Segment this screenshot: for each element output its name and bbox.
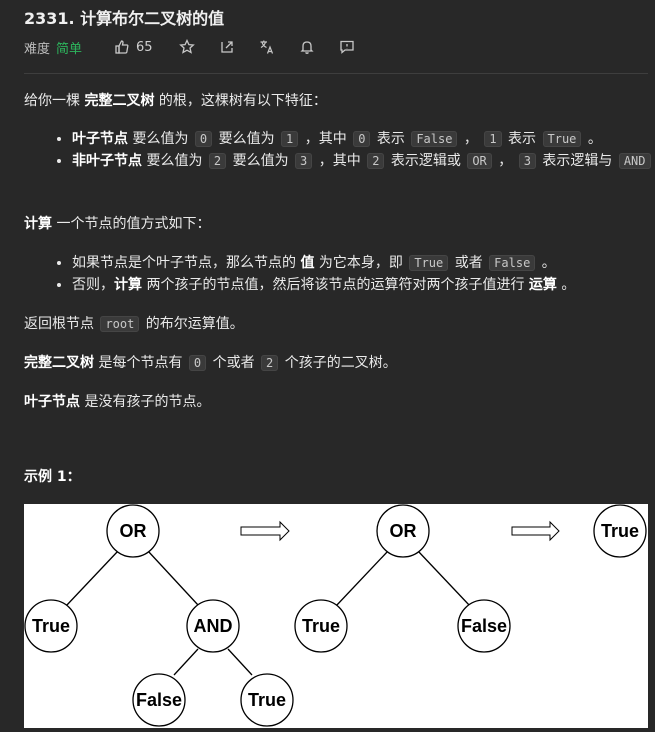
inline-code: OR — [467, 153, 492, 169]
list-item: 如果节点是个叶子节点，那么节点的 值 为它本身，即 True 或者 False … — [72, 252, 655, 274]
compute-bold: 计算 — [24, 216, 52, 232]
node-label: True — [601, 521, 639, 541]
feature-text: 表示逻辑或 — [386, 153, 466, 169]
example-tree-figure: OR True AND False True OR True False Tru… — [24, 504, 648, 728]
intro-text-end: 的根，这棵树有以下特征： — [154, 93, 327, 109]
translate-icon[interactable] — [259, 39, 275, 55]
feature-text: 表示逻辑与 — [537, 153, 617, 169]
inline-code: False — [411, 131, 458, 147]
node-label: OR — [390, 521, 417, 541]
tree-edge — [65, 550, 119, 607]
star-icon[interactable] — [178, 39, 195, 55]
return-paragraph: 返回根节点 root 的布尔运算值。 — [24, 313, 244, 335]
arrow-right-icon — [240, 520, 290, 542]
node-label: True — [302, 616, 340, 636]
problem-title: 2331. 计算布尔二叉树的值 — [24, 9, 225, 28]
definition-bold: 完整二叉树 — [24, 355, 94, 371]
definition-text: 是每个节点有 — [94, 355, 187, 371]
feature-bold: 非叶子节点 — [72, 153, 142, 169]
inline-code: 2 — [261, 355, 279, 371]
feature-text: 要么值为 — [228, 153, 294, 169]
definition-bold: 叶子节点 — [24, 394, 80, 410]
feature-list: 叶子节点 要么值为 0 要么值为 1 ，其中 0 表示 False ， 1 表示… — [24, 128, 655, 172]
example-title: 示例 1： — [24, 466, 81, 488]
inline-code: root — [100, 316, 140, 332]
feature-text: ，其中 — [300, 131, 352, 147]
inline-code: 3 — [295, 153, 313, 169]
tree-edge — [227, 648, 253, 676]
node-label: AND — [194, 616, 233, 636]
full-tree-definition: 完整二叉树 是每个节点有 0 个或者 2 个孩子的二叉树。 — [24, 352, 397, 374]
intro-text: 给你一棵 — [24, 93, 85, 109]
intro-paragraph: 给你一棵 完整二叉树 的根，这棵树有以下特征： — [24, 90, 327, 112]
tree-edge — [335, 550, 389, 607]
rule-bold: 运算 — [528, 277, 557, 293]
return-text-end: 的布尔运算值。 — [141, 316, 244, 332]
compute-intro: 计算 一个节点的值方式如下： — [24, 213, 210, 235]
header-divider — [24, 73, 648, 74]
list-item: 叶子节点 要么值为 0 要么值为 1 ，其中 0 表示 False ， 1 表示… — [72, 128, 655, 150]
rule-text: 如果节点是个叶子节点，那么节点的 — [72, 255, 301, 271]
tree-diagram: OR True AND False True OR True False Tru… — [24, 504, 647, 727]
rule-text: 。 — [537, 255, 556, 271]
rule-text: 或者 — [450, 255, 488, 271]
feature-text: ，其中 — [314, 153, 366, 169]
feature-text: 要么值为 — [142, 153, 207, 169]
difficulty-value: 简单 — [56, 41, 83, 57]
inline-code: 3 — [518, 153, 536, 169]
inline-code: True — [542, 131, 582, 147]
rule-text: 否则， — [72, 277, 114, 293]
feature-text: ， — [493, 153, 517, 169]
list-item: 否则，计算 两个孩子的节点值，然后将该节点的运算符对两个孩子值进行 运算 。 — [72, 274, 655, 296]
feature-text: 表示 — [372, 131, 410, 147]
inline-code: False — [489, 255, 536, 271]
node-label: False — [461, 616, 507, 636]
inline-code: 0 — [188, 355, 207, 371]
definition-text: 个或者 — [208, 355, 260, 371]
feature-text: 要么值为 — [214, 131, 280, 147]
thumbs-up-icon[interactable] — [114, 39, 130, 55]
inline-code: 2 — [208, 153, 227, 169]
node-label: False — [136, 690, 182, 710]
inline-code: 1 — [281, 131, 299, 147]
example-heading: 示例 1： — [24, 469, 81, 485]
rule-text: 。 — [556, 277, 576, 293]
node-label: True — [32, 616, 70, 636]
inline-code: 1 — [484, 131, 502, 147]
rule-bold: 计算 — [114, 277, 142, 293]
feature-bold: 叶子节点 — [72, 131, 128, 147]
inline-code: 0 — [194, 131, 213, 147]
node-label: OR — [120, 521, 147, 541]
list-item: 非叶子节点 要么值为 2 要么值为 3 ，其中 2 表示逻辑或 OR ， 3 表… — [72, 150, 655, 172]
return-text: 返回根节点 — [24, 316, 99, 332]
feature-text: ， — [459, 131, 483, 147]
compute-text: 一个节点的值方式如下： — [52, 216, 211, 232]
inline-code: 0 — [353, 131, 371, 147]
difficulty-label: 难度 — [24, 41, 51, 57]
leaf-definition: 叶子节点 是没有孩子的节点。 — [24, 391, 210, 413]
bell-icon[interactable] — [299, 39, 315, 55]
rule-text: 两个孩子的节点值，然后将该节点的运算符对两个孩子值进行 — [142, 277, 529, 293]
rule-bold: 值 — [300, 255, 315, 271]
tree-edge — [147, 550, 199, 606]
intro-bold: 完整二叉树 — [84, 93, 155, 109]
feature-text: 表示 — [503, 131, 541, 147]
inline-code: AND — [618, 153, 651, 169]
share-icon[interactable] — [219, 39, 235, 55]
arrow-right-icon — [511, 520, 560, 542]
compute-rules-list: 如果节点是个叶子节点，那么节点的 值 为它本身，即 True 或者 False … — [24, 252, 655, 296]
problem-meta-bar: 难度 简单 65 — [24, 37, 355, 57]
inline-code: 2 — [367, 153, 385, 169]
node-label: True — [248, 690, 286, 710]
feature-text: 。 — [583, 131, 602, 147]
like-count: 65 — [136, 39, 153, 55]
definition-text: 是没有孩子的节点。 — [80, 394, 211, 410]
feature-text: 要么值为 — [128, 131, 193, 147]
tree-edge — [173, 648, 199, 676]
definition-text: 个孩子的二叉树。 — [280, 355, 397, 371]
inline-code: True — [409, 255, 449, 271]
rule-text: 为它本身，即 — [314, 255, 408, 271]
tree-edge — [417, 550, 471, 607]
feedback-icon[interactable] — [339, 39, 355, 55]
